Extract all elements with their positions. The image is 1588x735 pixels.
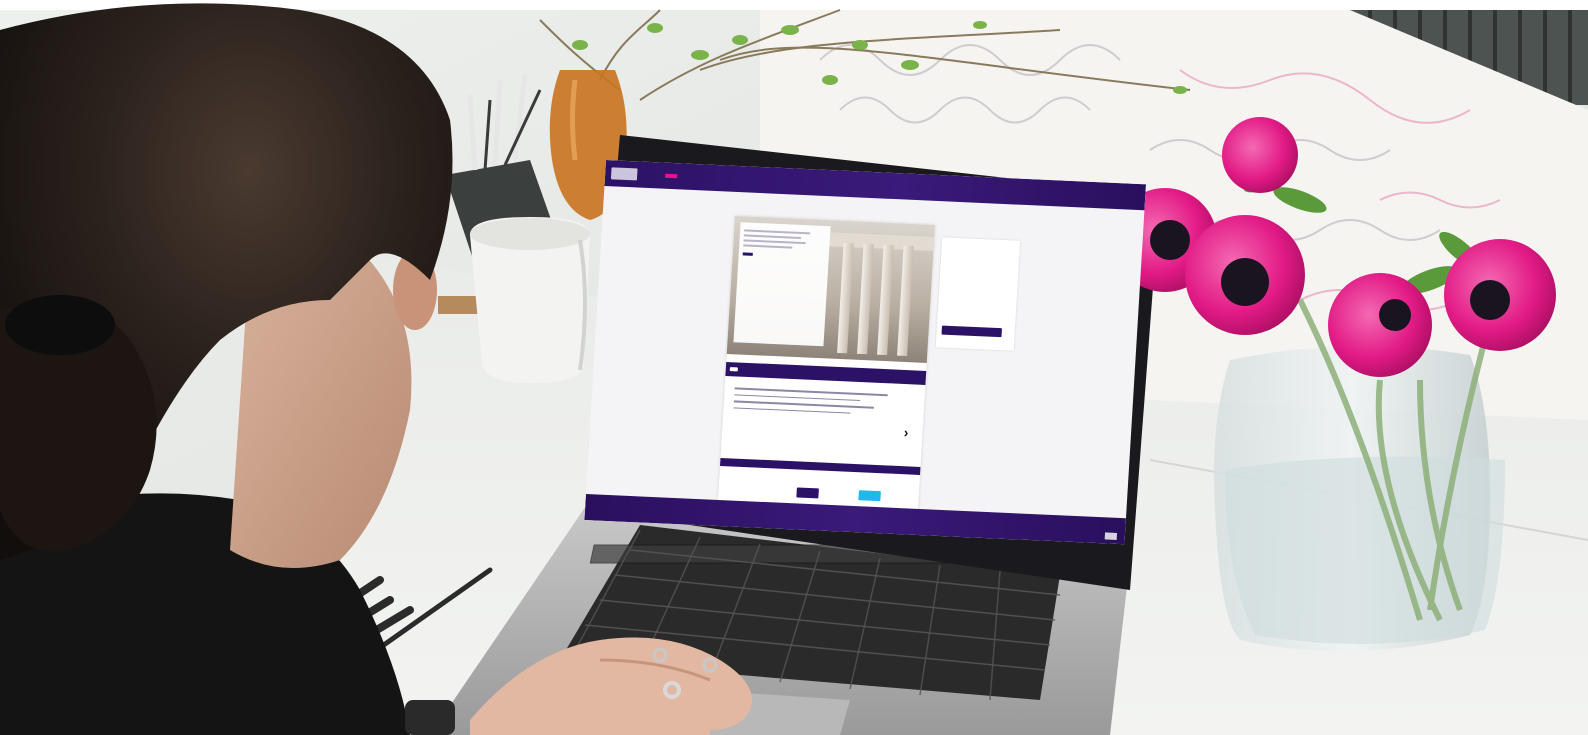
building-column: [837, 242, 854, 354]
building-column: [877, 244, 894, 356]
hero-text-line: [743, 234, 802, 239]
tab: [742, 368, 750, 372]
panel-text-line: [734, 393, 861, 402]
site-logo: [610, 167, 638, 181]
sidebar-button: [941, 325, 1002, 338]
nav-item: [645, 173, 657, 178]
building-column: [857, 243, 874, 355]
tab-panel: ›: [731, 382, 915, 460]
content-bar: [720, 457, 921, 475]
hero-button: [742, 252, 753, 256]
hero-text-line: [743, 239, 806, 245]
footer-button: [1104, 532, 1118, 540]
sidebar-card: [935, 237, 1021, 351]
panel-text-line: [733, 406, 851, 414]
hero-image: [726, 215, 935, 363]
tab: [729, 367, 738, 372]
navy-button: [796, 487, 819, 499]
tab-bar: [725, 361, 927, 385]
hero-text-line: [743, 244, 793, 249]
building-column: [897, 245, 914, 357]
nav-item-active: [665, 173, 678, 179]
nav-item: [685, 175, 697, 180]
tab: [754, 368, 762, 372]
content-card: ›: [717, 215, 935, 515]
cyan-button: [858, 490, 881, 502]
chevron-right-icon: ›: [903, 424, 909, 441]
photo-scene: ›: [0, 0, 1588, 735]
hero-text-box: [733, 222, 831, 347]
laptop-screen: ›: [584, 160, 1146, 545]
hero-text-line: [744, 229, 810, 235]
